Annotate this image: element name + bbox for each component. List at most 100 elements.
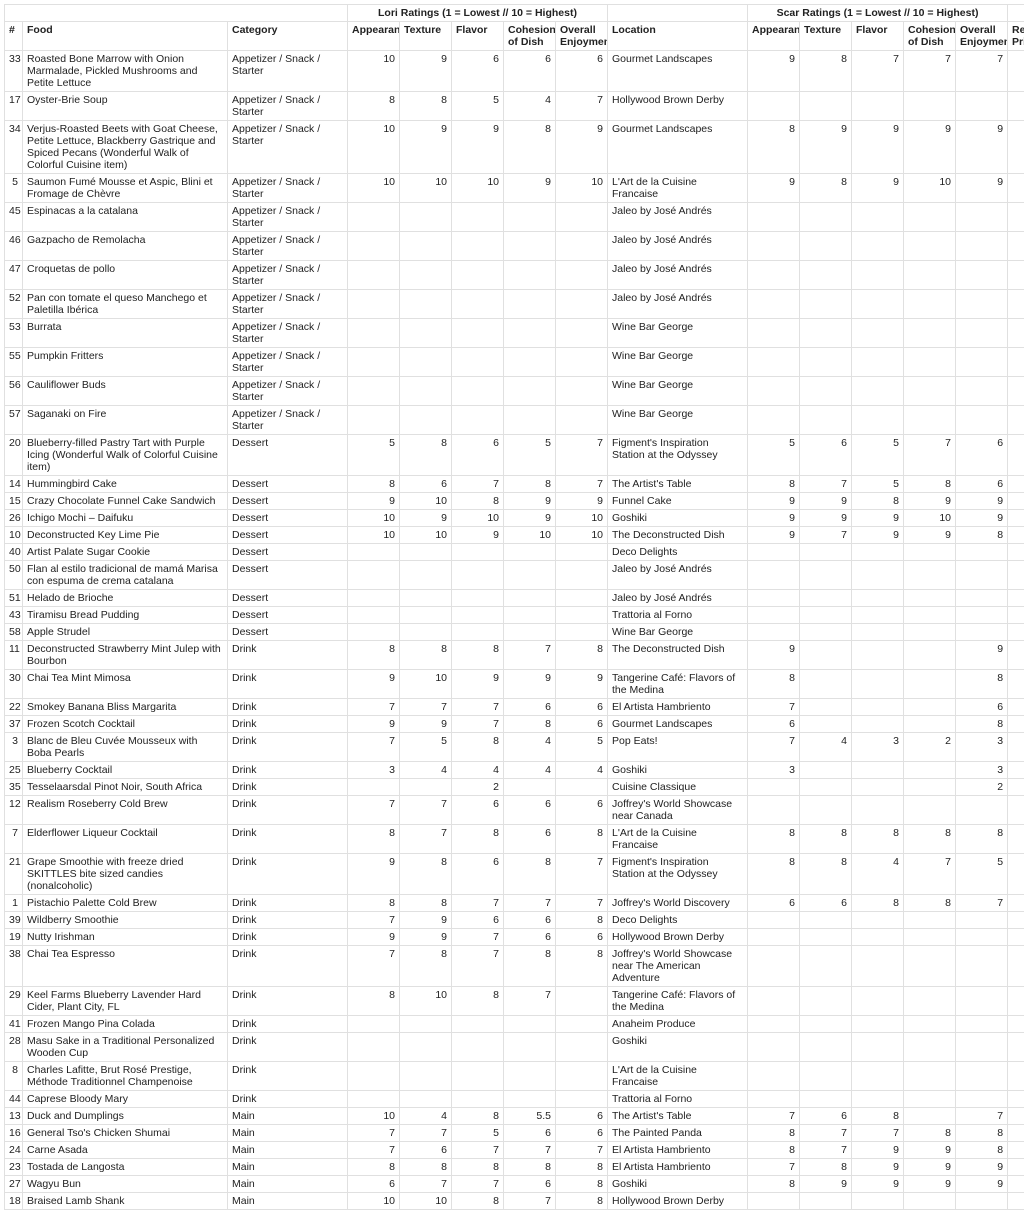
cell: 9 [400, 716, 452, 733]
location-cell: Joffrey's World Discovery [608, 895, 748, 912]
cell [904, 348, 956, 377]
cell [400, 1033, 452, 1062]
cell: Appetizer / Snack / Starter [228, 92, 348, 121]
cell: 7 [556, 435, 608, 476]
cell: 10 [400, 987, 452, 1016]
cell: 5 [1008, 762, 1024, 779]
cell: Dessert [228, 624, 348, 641]
cell: 4 [800, 733, 852, 762]
cell: 10 [556, 527, 608, 544]
cell [452, 348, 504, 377]
cell: 6 [400, 1142, 452, 1159]
food-cell: Duck and Dumplings [23, 1108, 228, 1125]
cell [452, 319, 504, 348]
cell: 26 [5, 510, 23, 527]
col-scar-cohesion: Cohesion of Dish [904, 22, 956, 51]
cell [348, 561, 400, 590]
cell: 3 [348, 762, 400, 779]
cell: 7 [748, 699, 800, 716]
cell [556, 987, 608, 1016]
cell [400, 290, 452, 319]
cell: 2 [1008, 699, 1024, 716]
cell: 9 [800, 1176, 852, 1193]
cell: 6 [504, 1125, 556, 1142]
cell [400, 319, 452, 348]
cell [348, 348, 400, 377]
cell [800, 348, 852, 377]
cell [852, 1193, 904, 1210]
cell: 3 [1008, 232, 1024, 261]
cell: Dessert [228, 590, 348, 607]
cell: 9 [748, 51, 800, 92]
table-row: 53BurrataAppetizer / Snack / StarterWine… [5, 319, 1024, 348]
cell: 9 [904, 527, 956, 544]
cell [956, 92, 1008, 121]
cell: 37 [5, 716, 23, 733]
table-row: 28Masu Sake in a Traditional Personalize… [5, 1033, 1024, 1062]
table-row: 37Frozen Scotch CocktailDrink99786Gourme… [5, 716, 1024, 733]
cell [852, 929, 904, 946]
cell [348, 590, 400, 607]
cell: 10 [904, 174, 956, 203]
cell [956, 624, 1008, 641]
cell [452, 544, 504, 561]
cell [748, 92, 800, 121]
cell: 8 [956, 825, 1008, 854]
cell [956, 1193, 1008, 1210]
food-cell: Deconstructed Key Lime Pie [23, 527, 228, 544]
cell [748, 929, 800, 946]
cell [904, 1016, 956, 1033]
cell: 7 [956, 1108, 1008, 1125]
cell: 3 [1008, 1125, 1024, 1142]
cell: 8 [504, 854, 556, 895]
table-row: 56Cauliflower BudsAppetizer / Snack / St… [5, 377, 1024, 406]
cell: 3 [5, 733, 23, 762]
cell [748, 1033, 800, 1062]
cell [904, 406, 956, 435]
cell: Appetizer / Snack / Starter [228, 232, 348, 261]
cell: Drink [228, 946, 348, 987]
cell [852, 590, 904, 607]
cell: 6 [504, 796, 556, 825]
cell: 8 [400, 854, 452, 895]
cell [852, 544, 904, 561]
table-row: 44Caprese Bloody MaryDrinkTrattoria al F… [5, 1091, 1024, 1108]
cell [748, 290, 800, 319]
cell [800, 406, 852, 435]
cell: 6 [452, 51, 504, 92]
cell [348, 779, 400, 796]
cell [904, 544, 956, 561]
cell: 8 [348, 476, 400, 493]
cell: 8 [904, 1125, 956, 1142]
cell [800, 641, 852, 670]
cell: 8 [852, 493, 904, 510]
cell [852, 290, 904, 319]
cell [556, 203, 608, 232]
table-row: 3Blanc de Bleu Cuvée Mousseux with Boba … [5, 733, 1024, 762]
location-cell: Wine Bar George [608, 348, 748, 377]
cell [956, 261, 1008, 290]
cell [504, 203, 556, 232]
cell: 8 [348, 825, 400, 854]
cell [1008, 1091, 1024, 1108]
cell: 38 [5, 946, 23, 987]
cell [904, 92, 956, 121]
cell: 8 [956, 527, 1008, 544]
cell: 10 [348, 1108, 400, 1125]
cell [800, 1091, 852, 1108]
cell: 9 [852, 1142, 904, 1159]
cell [852, 92, 904, 121]
cell: 8 [400, 946, 452, 987]
cell [904, 796, 956, 825]
cell: 8 [748, 1142, 800, 1159]
cell: Main [228, 1125, 348, 1142]
cell [348, 1091, 400, 1108]
cell: 6 [800, 895, 852, 912]
cell: 15 [5, 493, 23, 510]
cell: 8 [956, 670, 1008, 699]
cell [800, 92, 852, 121]
cell: 3 [1008, 854, 1024, 895]
cell: Drink [228, 733, 348, 762]
cell [904, 929, 956, 946]
cell: 5 [452, 1125, 504, 1142]
